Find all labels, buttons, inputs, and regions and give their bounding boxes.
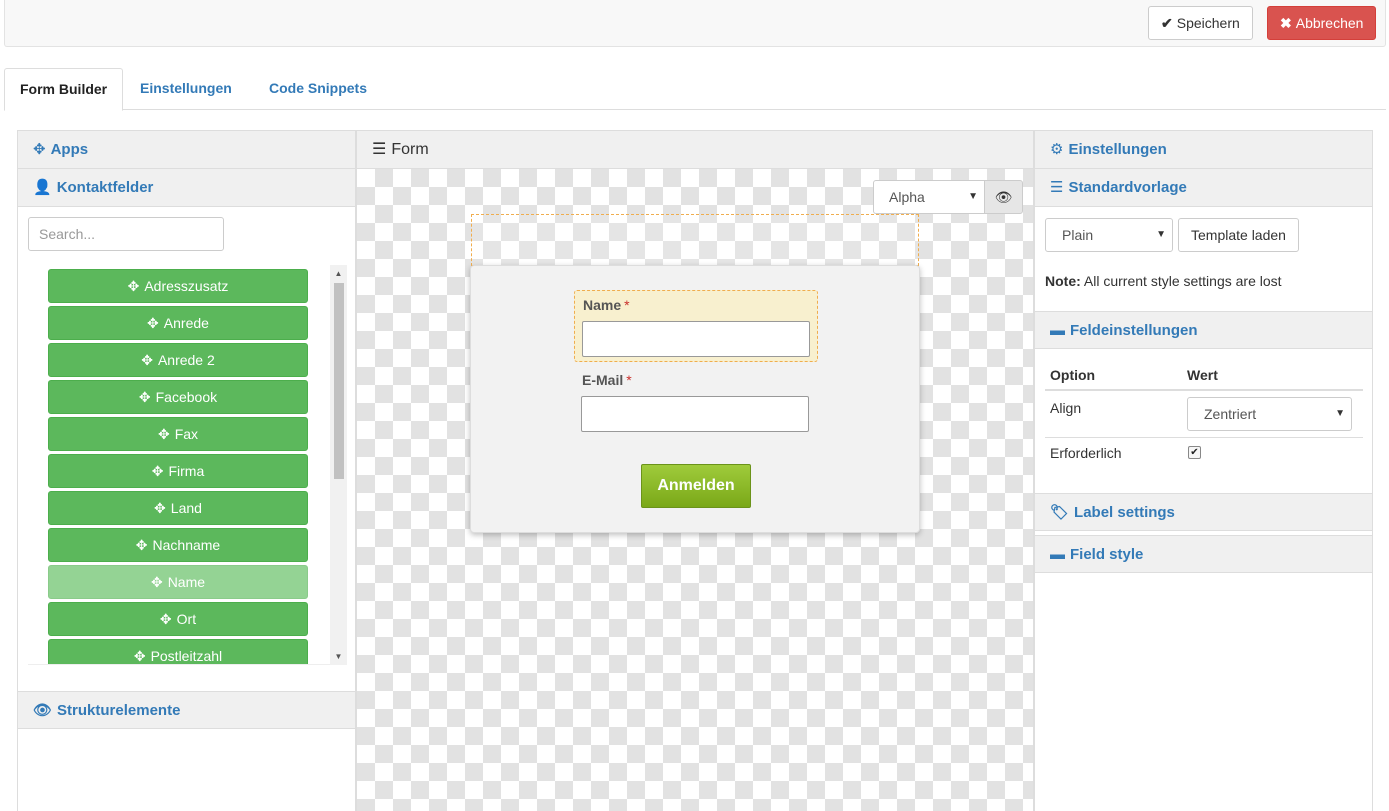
required-mark: * [626, 372, 632, 388]
field-item-anrede[interactable]: ✥ Anrede [48, 306, 308, 340]
caret-down-icon: ▼ [1156, 229, 1166, 240]
name-label: Name [583, 297, 622, 313]
submit-button[interactable]: Anmelden [641, 464, 751, 508]
scroll-down-icon[interactable]: ▼ [330, 648, 347, 665]
field-item-name[interactable]: ✥ Name [48, 565, 308, 599]
settings-panel: ⚙ Einstellungen ☰ Standardvorlage Plain ▼ T… [1034, 130, 1373, 811]
eye-icon: 👁 [994, 189, 1013, 205]
move-icon: ✥ [141, 352, 153, 368]
main-tabs: Form Builder Einstellungen Code Snippets [4, 68, 1386, 111]
tab-code-snippets[interactable]: Code Snippets [254, 68, 382, 110]
field-item-postleitzahl[interactable]: ✥ Postleitzahl [48, 639, 308, 664]
check-icon: ✔ [1161, 15, 1173, 31]
col-option: Option [1050, 367, 1096, 383]
move-icon: ✥ [159, 611, 172, 627]
save-button[interactable]: ✔ Speichern [1148, 6, 1253, 40]
structure-header[interactable]: 👁 Strukturelemente [18, 691, 355, 729]
form-field-name[interactable]: Name * [574, 290, 818, 362]
form-field-email[interactable]: E-Mail * [574, 366, 818, 438]
move-icon: ✥ [151, 463, 164, 479]
align-select[interactable]: Zentriert ▼ [1187, 397, 1352, 431]
settings-header[interactable]: ⚙ Einstellungen [1035, 131, 1372, 169]
form-canvas[interactable]: Alpha ▼ 👁 Name * E-Mail * Anmelden [357, 169, 1033, 811]
tab-form-builder[interactable]: Form Builder [4, 68, 124, 111]
field-list-scrollbar[interactable]: ▲ ▼ [330, 265, 347, 665]
drop-zone[interactable] [471, 214, 919, 266]
move-icon: ✥ [133, 648, 146, 664]
name-input[interactable] [582, 321, 810, 357]
label-settings-header[interactable]: 🏷 Label settings [1035, 493, 1372, 531]
move-icon: ✥ [33, 141, 46, 158]
field-item-adresszusatz[interactable]: ✥ Adresszusatz [48, 269, 308, 303]
email-input[interactable] [581, 396, 809, 432]
field-item-facebook[interactable]: ✥ Facebook [48, 380, 308, 414]
card-icon: ▬ [1050, 322, 1065, 339]
eye-icon: 👁 [33, 702, 53, 719]
email-label: E-Mail [582, 372, 624, 388]
move-icon: ✥ [154, 500, 166, 516]
option-align-label: Align [1050, 400, 1082, 416]
field-settings-header[interactable]: ▬ Feldeinstellungen [1035, 311, 1372, 349]
move-icon: ✥ [135, 537, 148, 553]
template-note: Note: All current style settings are los… [1045, 273, 1282, 289]
field-item-firma[interactable]: ✥ Firma [48, 454, 308, 488]
preview-button[interactable]: 👁 [984, 180, 1023, 214]
field-item-anrede-2[interactable]: ✥ Anrede 2 [48, 343, 308, 377]
required-mark: * [624, 297, 630, 313]
scroll-up-icon[interactable]: ▲ [330, 265, 347, 282]
move-icon: ✥ [127, 278, 140, 294]
field-item-land[interactable]: ✥ Land [48, 491, 308, 525]
tab-einstellungen[interactable]: Einstellungen [125, 68, 247, 110]
close-icon: ✖ [1280, 15, 1292, 31]
cancel-button[interactable]: ✖ Abbrechen [1267, 6, 1377, 40]
form-header: ☰ Form [357, 131, 1033, 169]
field-item-ort[interactable]: ✥ Ort [48, 602, 308, 636]
field-item-fax[interactable]: ✥ Fax [48, 417, 308, 451]
template-select[interactable]: Plain ▼ [1045, 218, 1173, 252]
scroll-thumb[interactable] [334, 283, 344, 479]
user-icon: 👤 [33, 179, 52, 196]
field-style-header[interactable]: ▬ Field style [1035, 535, 1372, 573]
card-icon: ▬ [1050, 546, 1065, 563]
list-icon: ☰ [1050, 179, 1064, 196]
move-icon: ✥ [138, 389, 151, 405]
theme-select[interactable]: Alpha ▼ [873, 180, 985, 214]
move-icon: ✥ [157, 426, 170, 442]
required-checkbox[interactable]: ✔ [1188, 446, 1201, 459]
contacts-header[interactable]: 👤 Kontaktfelder [18, 169, 355, 207]
gear-icon: ⚙ [1050, 141, 1064, 158]
field-item-nachname[interactable]: ✥ Nachname [48, 528, 308, 562]
field-list: ✥ Adresszusatz ✥ Anrede ✥ Anrede 2 ✥ Faceboo… [28, 265, 346, 665]
fields-panel: ✥Apps 👤Kontaktfelder ✥Adresszusatz ✥Anre… [17, 130, 356, 811]
caret-down-icon: ▼ [1335, 408, 1345, 419]
form-preview: Name * E-Mail * Anmelden [470, 265, 920, 533]
search-input[interactable] [28, 217, 224, 251]
caret-down-icon: ▼ [968, 191, 978, 202]
form-panel: ☰ Form Alpha ▼ 👁 Name * E-Mail * Anmelden [356, 130, 1034, 811]
move-icon: ✥ [150, 574, 163, 590]
apps-header[interactable]: ✥ Apps [18, 131, 355, 169]
tag-icon: 🏷 [1050, 504, 1070, 521]
col-value: Wert [1187, 367, 1218, 383]
list-icon: ☰ [372, 141, 387, 158]
template-header[interactable]: ☰ Standardvorlage [1035, 169, 1372, 207]
load-template-button[interactable]: Template laden [1178, 218, 1299, 252]
option-required-label: Erforderlich [1050, 445, 1122, 461]
move-icon: ✥ [147, 315, 159, 331]
top-toolbar: ✔ Speichern ✖ Abbrechen [4, 0, 1386, 47]
